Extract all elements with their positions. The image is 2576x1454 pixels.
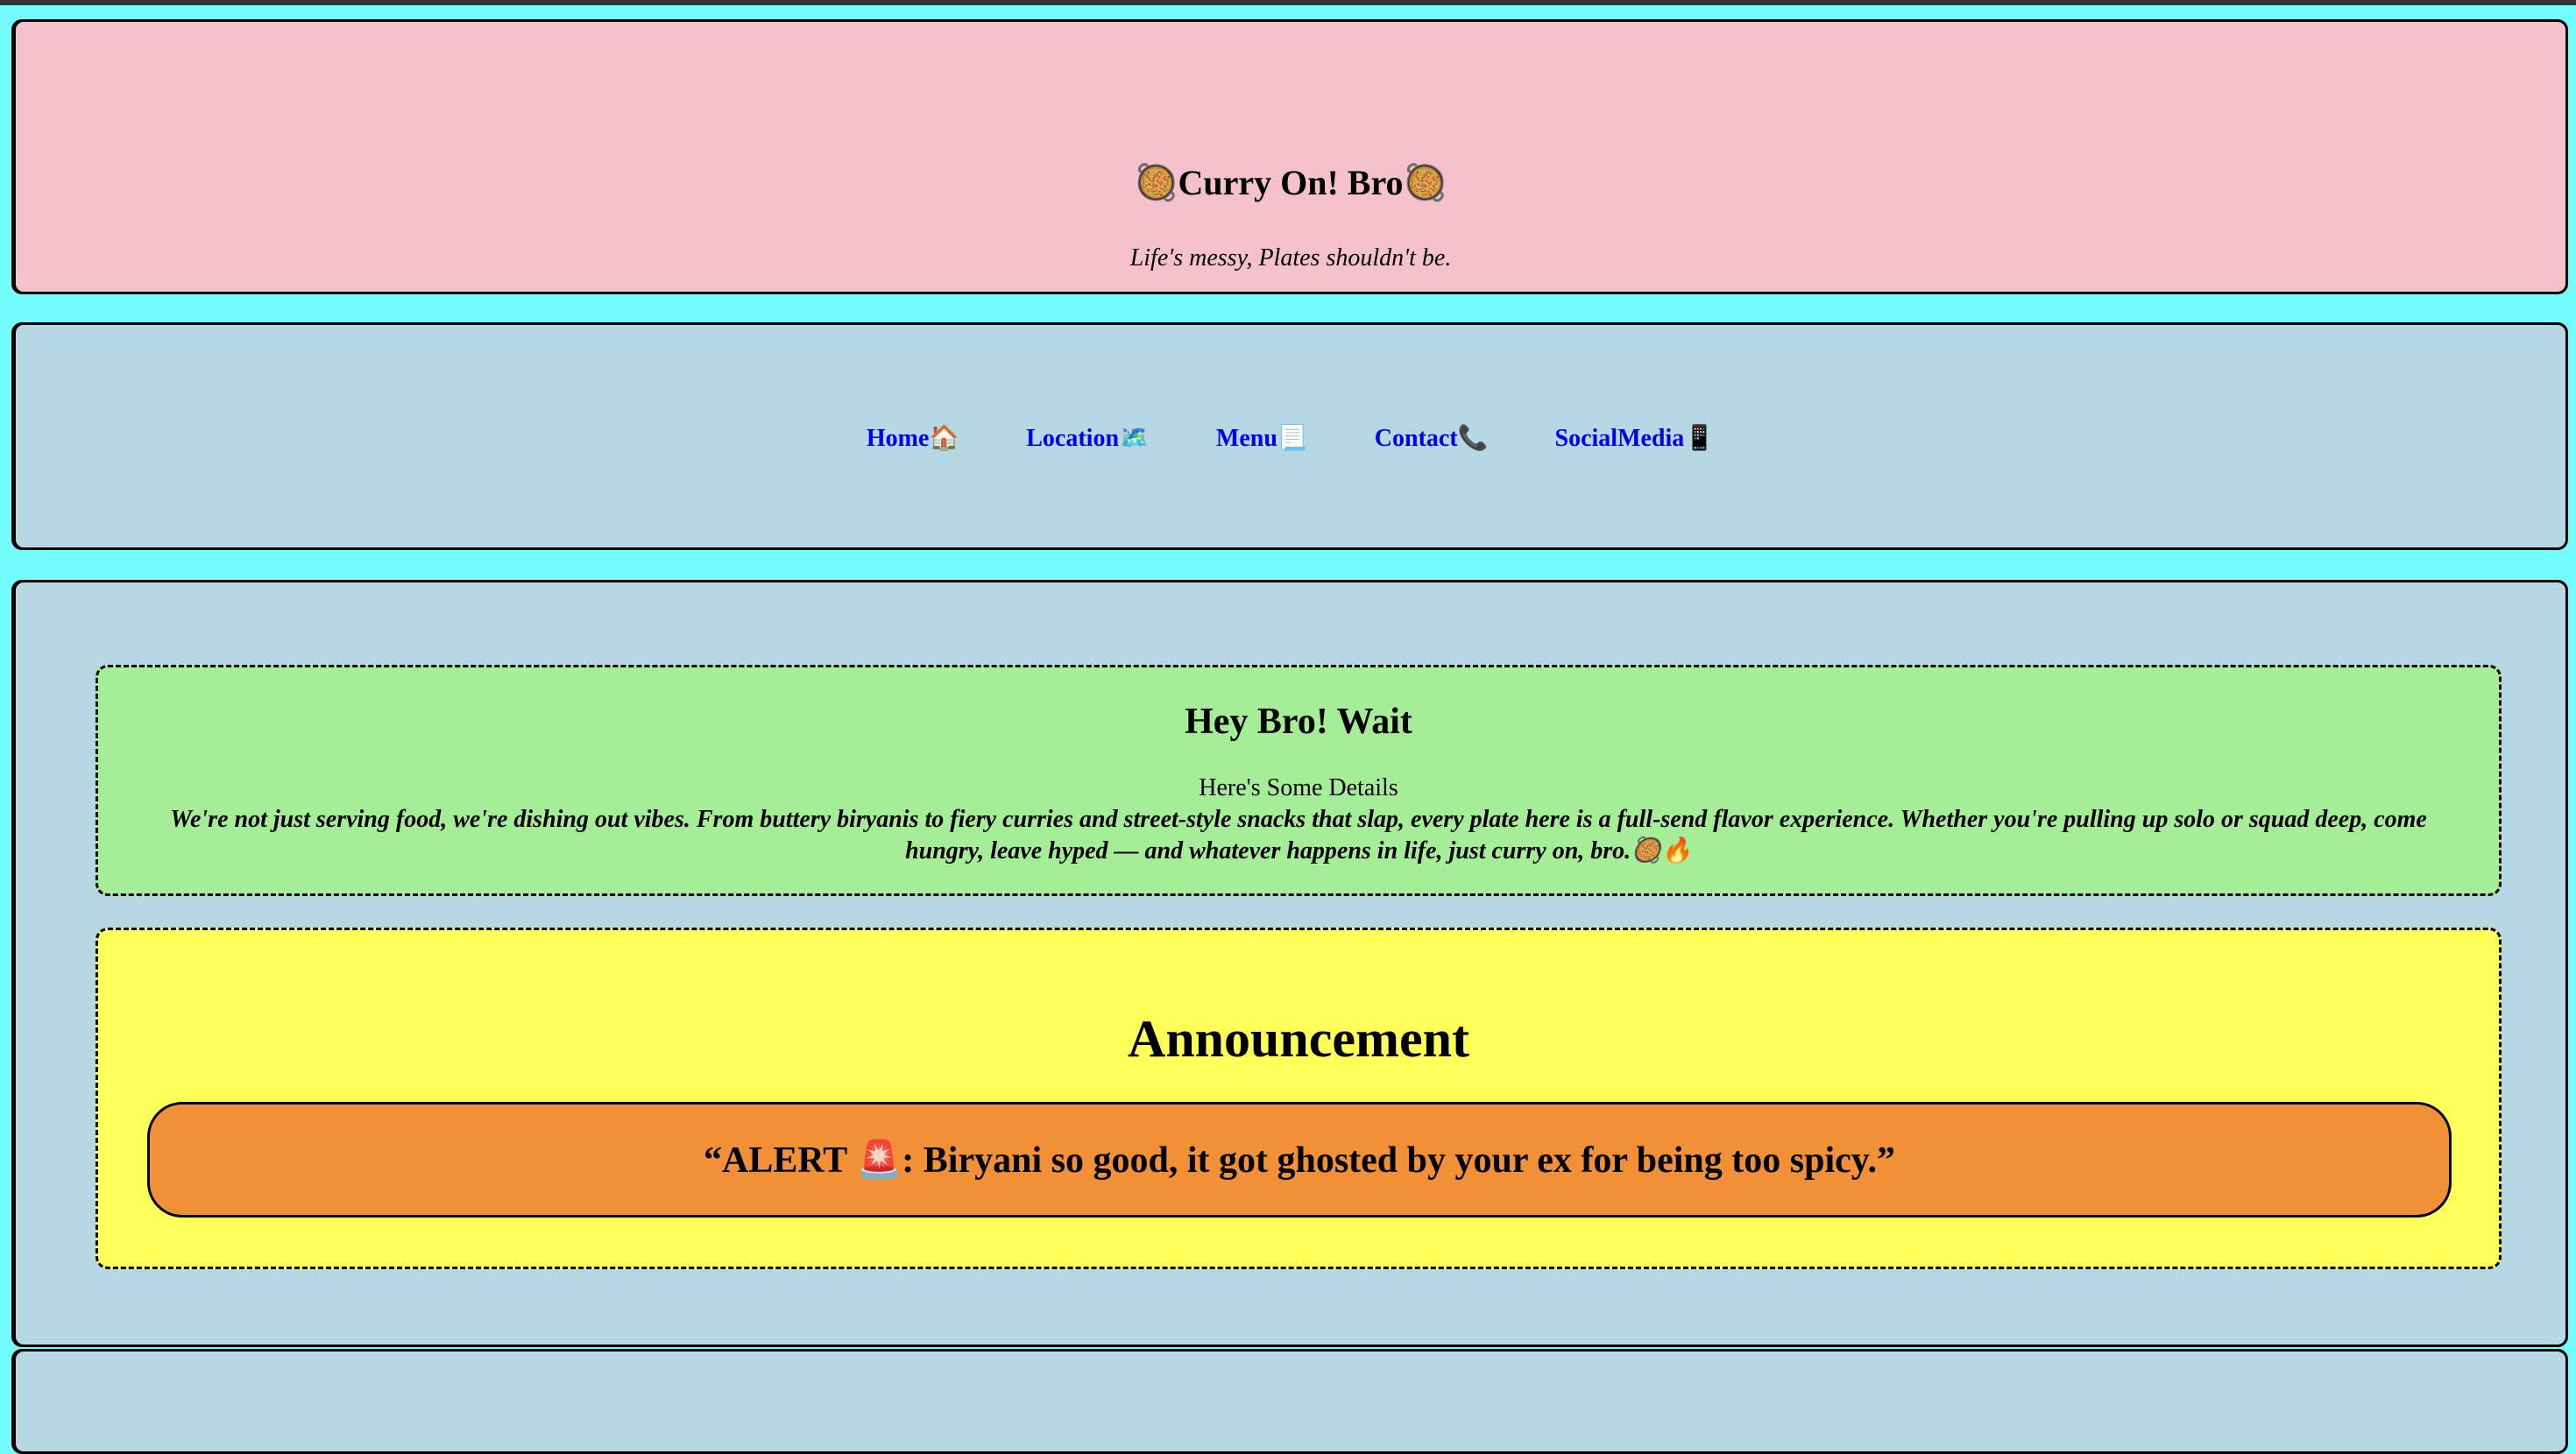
announcement-box: Announcement “ALERT 🚨: Biryani so good, … [96,928,2502,1269]
announcement-title: Announcement [1127,1010,1470,1068]
site-title: 🥘Curry On! Bro🥘 [1134,163,1447,202]
intro-subheading: Here's Some Details [1199,774,1398,801]
nav-link-menu[interactable]: Menu📃 [1216,423,1308,453]
next-section [13,1349,2568,1454]
main-section: Hey Bro! Wait Here's Some Details We're … [13,580,2568,1347]
nav-bar: Home🏠 Location🗺️ Menu📃 Contact📞 SocialMe… [13,322,2568,550]
site-header: 🥘Curry On! Bro🥘 Life's messy, Plates sho… [13,19,2568,294]
nav-link-location[interactable]: Location🗺️ [1026,423,1150,453]
intro-box: Hey Bro! Wait Here's Some Details We're … [96,665,2502,896]
site-tagline: Life's messy, Plates shouldn't be. [1129,244,1452,272]
alert-box: “ALERT 🚨: Biryani so good, it got ghoste… [147,1102,2452,1218]
intro-heading: Hey Bro! Wait [1185,702,1412,742]
alert-text: “ALERT 🚨: Biryani so good, it got ghoste… [704,1140,1895,1181]
nav-link-socialmedia[interactable]: SocialMedia📱 [1555,423,1716,453]
intro-text: We're not just serving food, we're dishi… [170,806,2427,865]
nav-link-home[interactable]: Home🏠 [867,423,959,453]
nav-link-contact[interactable]: Contact📞 [1375,423,1489,453]
nav-links: Home🏠 Location🗺️ Menu📃 Contact📞 SocialMe… [16,423,2565,453]
